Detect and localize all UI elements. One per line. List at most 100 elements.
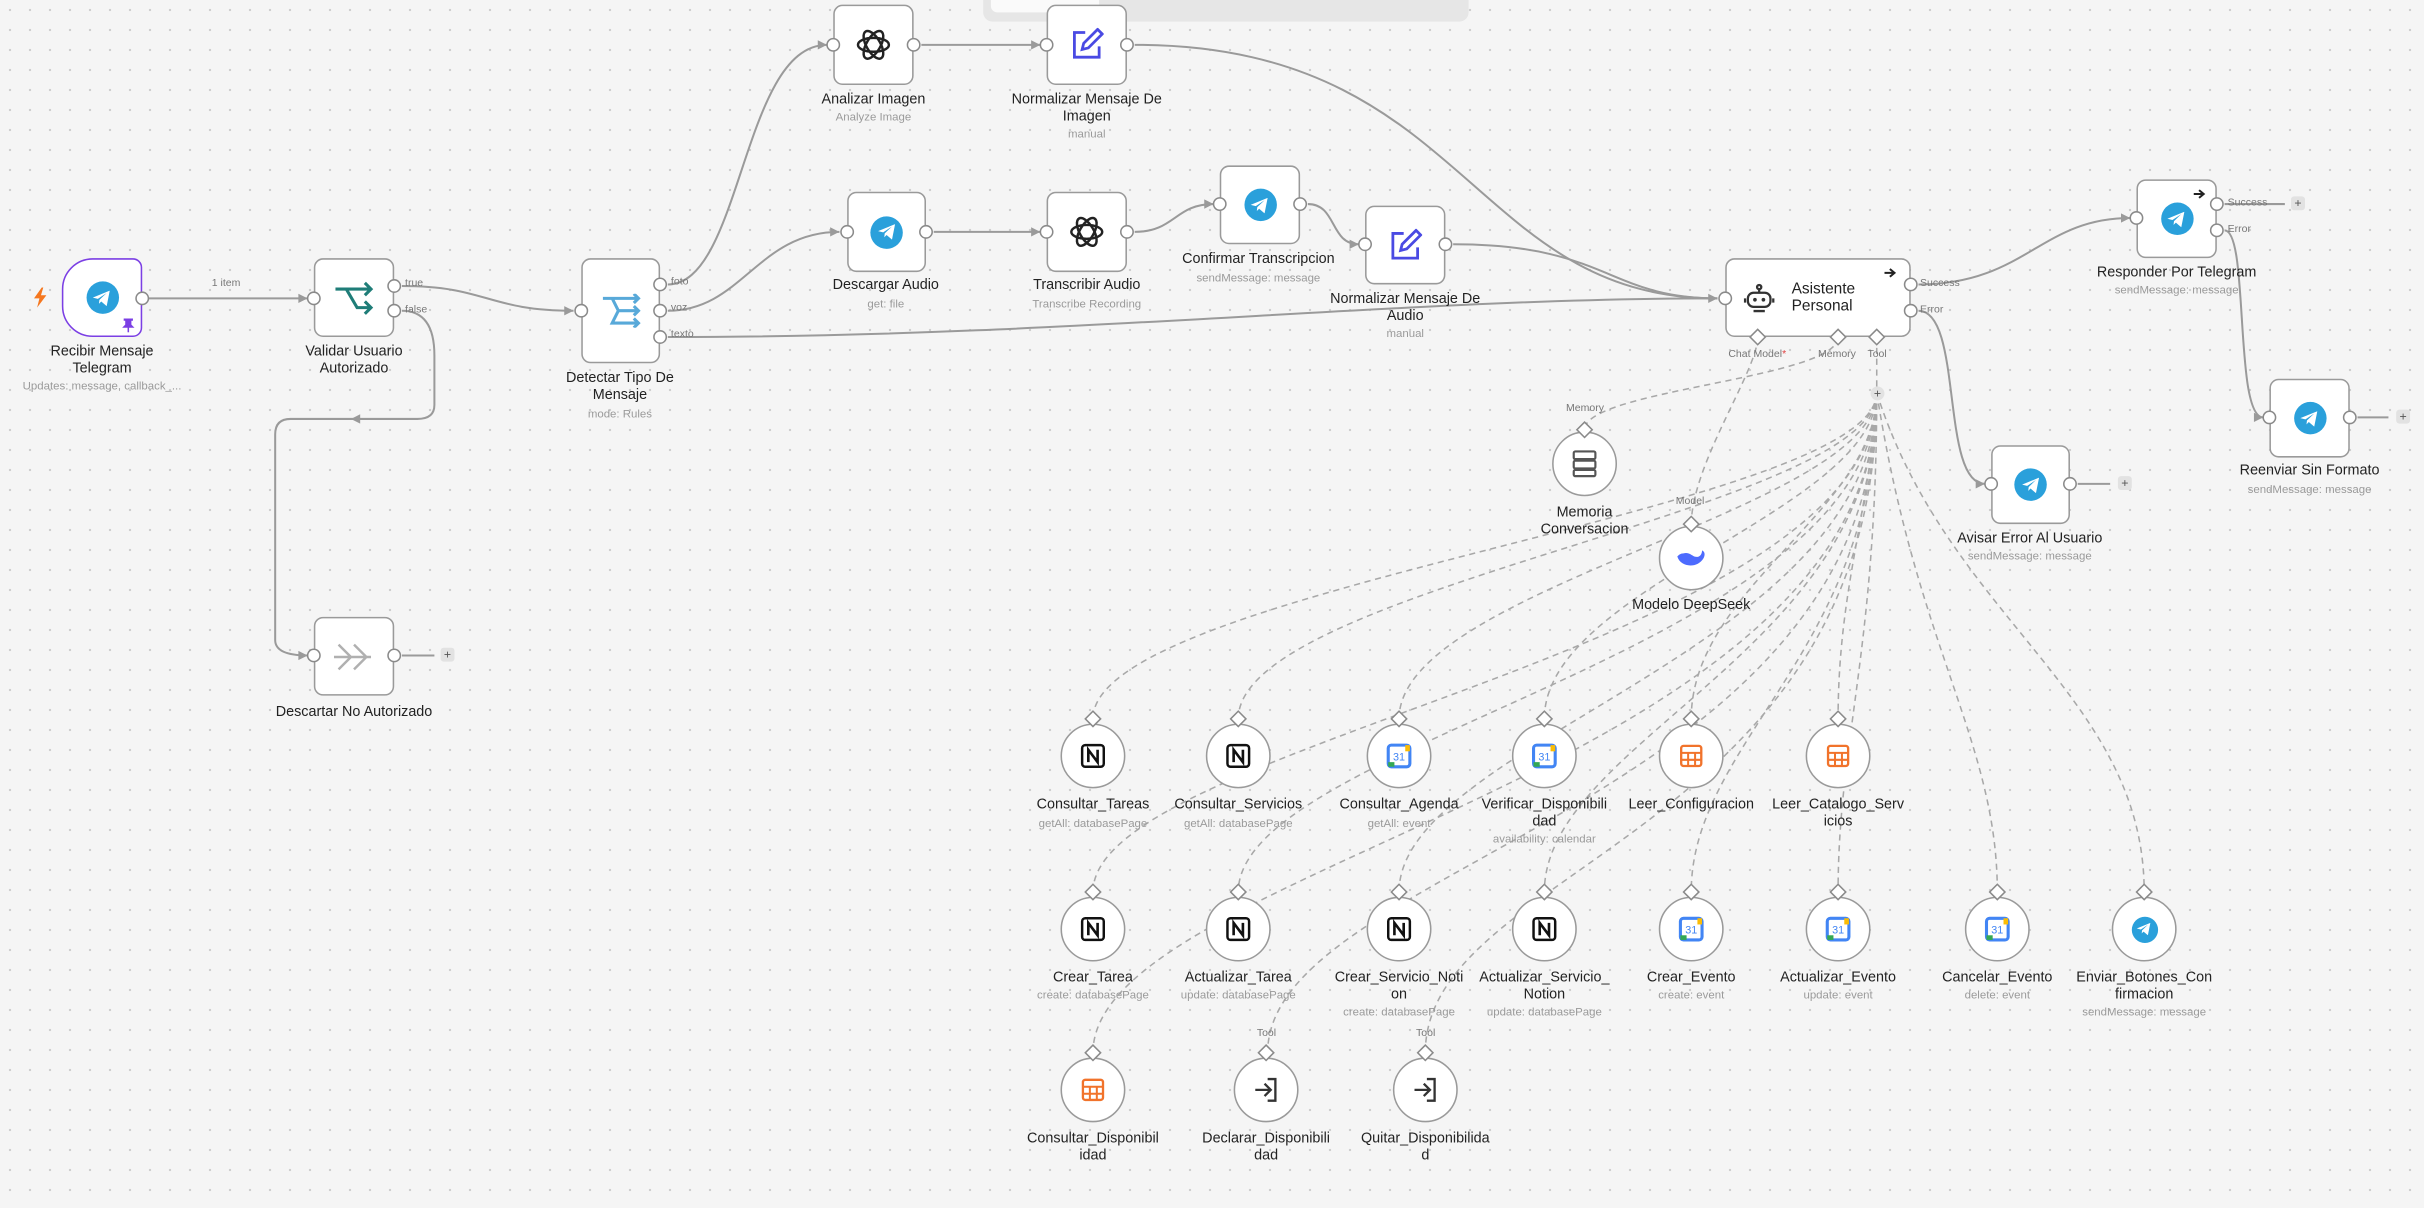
node-subtitle: delete: event xyxy=(1964,987,2031,1002)
openai-icon xyxy=(1070,216,1104,247)
telegram-icon xyxy=(2131,915,2158,943)
node-normalizar-mensaje-audio[interactable] xyxy=(1365,205,1446,285)
trigger-bolt-icon xyxy=(34,287,47,308)
add-node-button[interactable]: + xyxy=(2117,476,2132,491)
node-reenviar-sin-formato[interactable] xyxy=(2269,378,2350,458)
node-consultar-disponibilidad[interactable] xyxy=(1060,1057,1126,1123)
node-asistente-personal[interactable]: Asistente Personal xyxy=(1725,258,1911,338)
if-icon xyxy=(335,281,374,315)
node-leer-catalogo-servicios[interactable] xyxy=(1805,723,1871,789)
node-actualizar-tarea[interactable] xyxy=(1205,896,1271,962)
node-descartar-no-autorizado[interactable] xyxy=(313,616,395,696)
telegram-icon xyxy=(85,281,119,314)
port-true-label: true xyxy=(405,278,424,290)
node-title: Verificar_Disponibilidad xyxy=(1481,796,1608,828)
port-error-label: Error xyxy=(1920,304,1944,316)
node-title: Actualizar_Servicio_Notion xyxy=(1479,969,1610,1001)
google-calendar-icon: 31 xyxy=(1825,916,1851,942)
node-subtitle: update: databasePage xyxy=(1180,987,1296,1002)
tool-input-label: Tool xyxy=(1416,1028,1436,1039)
node-title: Modelo DeepSeek xyxy=(1632,596,1751,613)
edge-item-count: 1 item xyxy=(211,278,241,290)
node-consultar-servicios[interactable] xyxy=(1205,723,1271,789)
node-declarar-disponibilidad[interactable] xyxy=(1233,1057,1299,1123)
node-analizar-imagen[interactable] xyxy=(833,4,914,86)
node-normalizar-mensaje-imagen[interactable] xyxy=(1046,4,1127,86)
add-node-button[interactable]: + xyxy=(440,647,455,662)
node-leer-configuracion[interactable] xyxy=(1658,723,1724,789)
notion-icon xyxy=(1386,917,1412,942)
node-title: Reenviar Sin Formato xyxy=(2239,462,2380,478)
telegram-icon xyxy=(2160,202,2193,235)
workflow-canvas[interactable]: Recibir Mensaje Telegram Updates: messag… xyxy=(0,0,2424,1207)
svg-text:31: 31 xyxy=(1538,752,1550,764)
edge-responder-reenviar xyxy=(2224,229,2264,419)
node-recibir-mensaje-telegram[interactable] xyxy=(61,258,143,338)
node-responder-por-telegram[interactable] xyxy=(2136,179,2217,259)
node-title: Responder Por Telegram xyxy=(2096,264,2257,280)
node-enviar-botones-confirmacion[interactable] xyxy=(2111,896,2177,962)
node-subtitle: manual xyxy=(1386,326,1424,341)
node-descargar-audio[interactable] xyxy=(847,191,927,273)
port-voz-label: voz xyxy=(670,302,688,314)
node-subtitle: sendMessage: message xyxy=(1196,270,1321,285)
node-title: Asistente Personal xyxy=(1791,280,1856,315)
node-title: Normalizar Mensaje De Imagen xyxy=(1011,91,1162,123)
telegram-icon xyxy=(870,215,903,249)
notion-icon xyxy=(1226,917,1251,942)
port-foto-label: foto xyxy=(670,276,689,288)
node-validar-usuario-autorizado[interactable] xyxy=(313,258,395,338)
node-title: Leer_Configuracion xyxy=(1628,796,1754,812)
google-sheets-icon xyxy=(1826,744,1850,768)
add-tool-button[interactable]: + xyxy=(1870,386,1885,401)
node-title: Crear_Evento xyxy=(1646,969,1736,985)
node-verificar-disponibilidad[interactable]: 31 xyxy=(1511,723,1577,789)
node-title: Crear_Servicio_Notion xyxy=(1334,969,1464,1001)
node-quitar-disponibilidad[interactable] xyxy=(1392,1057,1458,1123)
notion-icon xyxy=(1080,917,1106,942)
workflow-input-icon xyxy=(1255,1077,1277,1102)
google-calendar-icon: 31 xyxy=(1678,916,1704,942)
node-title: Crear_Tarea xyxy=(1053,969,1133,985)
node-subtitle: getAll: event xyxy=(1367,816,1431,831)
node-transcribir-audio[interactable] xyxy=(1046,191,1127,273)
node-title: Recibir Mensaje Telegram xyxy=(50,343,154,375)
node-subtitle: create: databasePage xyxy=(1343,1004,1455,1019)
model-input-label: Model xyxy=(1675,496,1705,508)
add-node-button[interactable]: + xyxy=(2291,196,2305,211)
node-title: Descargar Audio xyxy=(832,276,939,293)
port-tool-label: Tool xyxy=(1867,349,1887,361)
node-subtitle: get: file xyxy=(867,296,905,311)
add-node-button[interactable]: + xyxy=(2396,409,2411,424)
node-consultar-tareas[interactable] xyxy=(1060,723,1126,789)
google-calendar-icon: 31 xyxy=(1531,743,1557,769)
node-crear-tarea[interactable] xyxy=(1060,896,1126,962)
node-consultar-agenda[interactable]: 31 xyxy=(1366,723,1432,789)
switch-icon xyxy=(602,293,640,328)
node-memoria-conversacion[interactable] xyxy=(1552,431,1618,497)
edit-icon xyxy=(1073,27,1104,59)
node-subtitle: sendMessage: message xyxy=(2247,482,2372,497)
node-subtitle: sendMessage: message xyxy=(2082,1004,2207,1019)
workflow-input-icon xyxy=(1414,1077,1436,1102)
node-cancelar-evento[interactable]: 31 xyxy=(1964,896,2030,962)
port-false-label: false xyxy=(405,304,428,316)
node-title: Detectar Tipo De Mensaje xyxy=(565,369,674,402)
node-confirmar-transcripcion[interactable] xyxy=(1219,165,1301,245)
robot-icon xyxy=(1743,283,1775,312)
node-modelo-deepseek[interactable] xyxy=(1658,525,1724,591)
node-crear-servicio-notion[interactable] xyxy=(1366,896,1432,962)
node-title: Declarar_Disponibilidad xyxy=(1202,1130,1331,1162)
notion-icon xyxy=(1080,743,1106,769)
deepseek-icon xyxy=(1677,550,1705,566)
memory-icon xyxy=(1572,450,1597,478)
node-actualizar-servicio-notion[interactable] xyxy=(1511,896,1577,962)
svg-text:31: 31 xyxy=(1991,925,2003,937)
node-crear-evento[interactable]: 31 xyxy=(1658,896,1724,962)
node-actualizar-evento[interactable]: 31 xyxy=(1805,896,1871,962)
node-title: Consultar_Tareas xyxy=(1036,796,1150,812)
node-detectar-tipo-de-mensaje[interactable] xyxy=(581,258,661,364)
node-avisar-error-al-usuario[interactable] xyxy=(1991,445,2070,525)
node-subtitle: getAll: databasePage xyxy=(1038,816,1148,831)
openai-icon xyxy=(856,29,891,60)
